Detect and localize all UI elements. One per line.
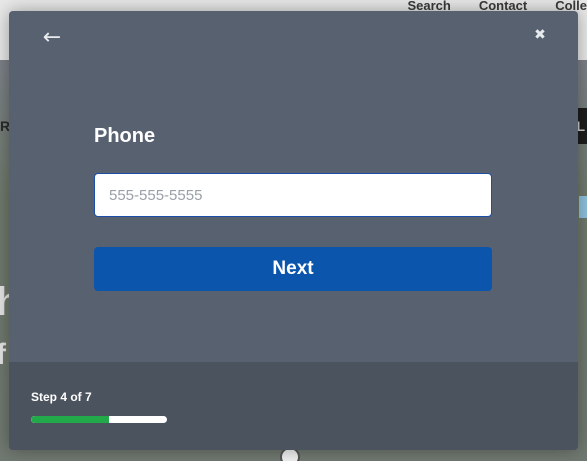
bg-blue-accent bbox=[579, 196, 587, 218]
modal-footer: Step 4 of 7 bbox=[9, 362, 578, 450]
phone-input[interactable] bbox=[94, 173, 492, 217]
progress-fill bbox=[31, 416, 109, 423]
phone-label: Phone bbox=[94, 125, 156, 147]
step-indicator: Step 4 of 7 bbox=[31, 390, 92, 404]
bg-heading-fragment-2: f bbox=[0, 338, 6, 371]
phone-step-modal: ← ✖ Phone Next Step 4 of 7 bbox=[9, 11, 578, 450]
progress-bar bbox=[31, 416, 167, 423]
arrow-left-icon[interactable]: ← bbox=[39, 27, 65, 49]
next-button[interactable]: Next bbox=[94, 247, 492, 291]
close-icon[interactable]: ✖ bbox=[532, 27, 548, 43]
